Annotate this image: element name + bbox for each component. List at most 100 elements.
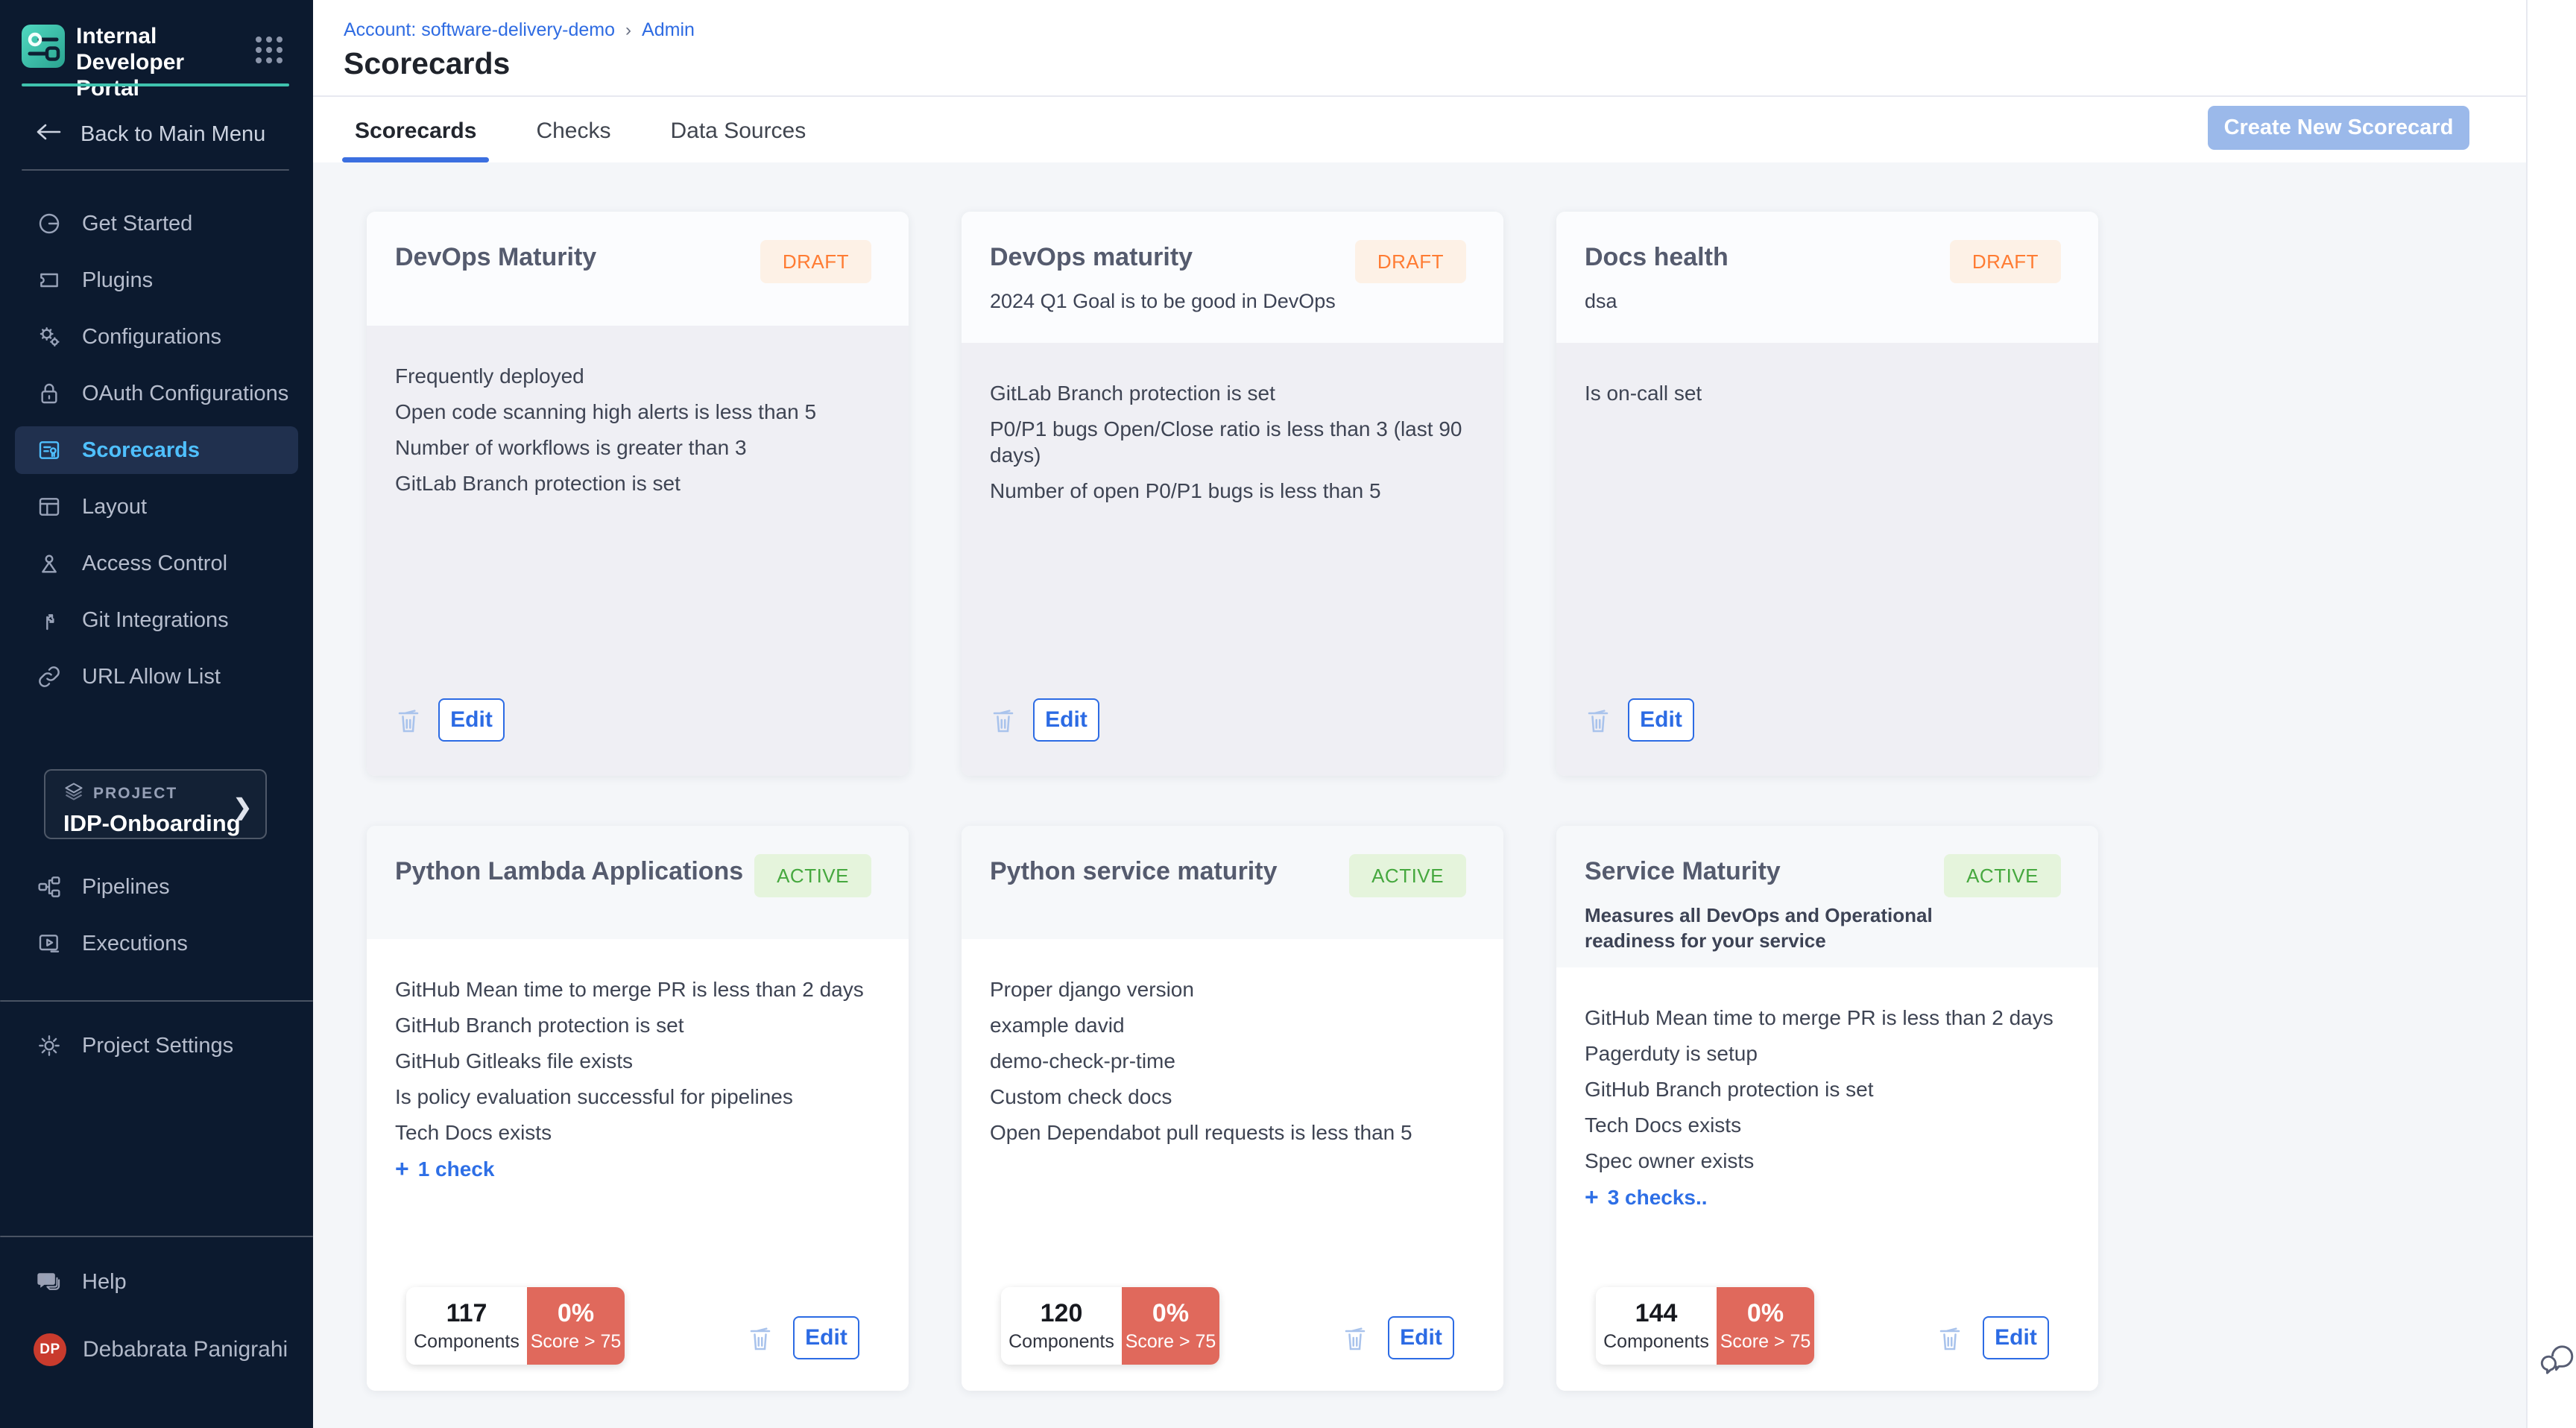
check-item: Proper django version [990,976,1481,1002]
scorecards-grid: DevOps Maturity DRAFT Frequently deploye… [367,212,2098,1391]
idp-logo-icon[interactable] [22,25,65,68]
components-score-stat: 120 Components 0% Score > 75 [1001,1287,1219,1365]
user-name: Debabrata Panigrahi [83,1337,288,1362]
scorecard-icon [36,438,63,462]
layers-icon [63,781,84,806]
check-item: GitLab Branch protection is set [395,470,886,496]
sidebar-item-git-integrations[interactable]: Git Integrations [15,596,298,644]
score-value: 0% [1152,1299,1189,1328]
app-grid-icon[interactable] [254,35,284,69]
edit-scorecard-button[interactable]: Edit [793,1316,859,1359]
get-started-icon [36,212,63,236]
tab-scorecards[interactable]: Scorecards [342,99,489,162]
edit-scorecard-button[interactable]: Edit [1033,698,1099,742]
delete-scorecard-button[interactable] [747,1323,774,1353]
sidebar-item-scorecards[interactable]: Scorecards [15,426,298,474]
support-chat-icon[interactable] [2536,1342,2574,1380]
check-item: GitHub Gitleaks file exists [395,1048,886,1074]
tab-checks[interactable]: Checks [523,99,623,162]
gears-icon [36,325,63,349]
header-divider [313,95,2526,97]
edit-scorecard-button[interactable]: Edit [1628,698,1694,742]
components-count: 120 [1041,1299,1083,1328]
delete-scorecard-button[interactable] [1342,1323,1368,1353]
delete-scorecard-button[interactable] [395,705,422,735]
chevron-right-icon: ❯ [233,794,252,821]
scorecard-card-docs-health: Docs health DRAFT dsa Is on-call set Edi… [1556,212,2098,776]
status-badge: DRAFT [1950,240,2061,283]
user-menu[interactable]: DP Debabrata Panigrahi [34,1333,288,1366]
card-description: dsa [1585,288,1949,314]
score-label: Score > 75 [531,1331,622,1353]
page-title: Scorecards [344,46,510,81]
score-badge: 0% Score > 75 [527,1287,625,1365]
components-count: 144 [1635,1299,1678,1328]
card-title: Python Lambda Applications [395,857,760,886]
divider [22,169,289,171]
sidebar-item-plugins[interactable]: Plugins [15,256,298,304]
sidebar-item-access-control[interactable]: Access Control [15,540,298,587]
create-new-scorecard-button[interactable]: Create New Scorecard [2208,106,2469,150]
card-title: Python service maturity [990,857,1354,886]
components-label: Components [1603,1331,1709,1353]
edit-scorecard-button[interactable]: Edit [438,698,505,742]
add-check-link[interactable]: + 3 checks.. [1585,1184,2076,1211]
check-item: Spec owner exists [1585,1148,2076,1174]
git-branch-icon [36,608,63,632]
sidebar-item-pipelines[interactable]: Pipelines [15,863,298,911]
help-chat-icon: ? [36,1270,63,1294]
check-item: GitHub Branch protection is set [395,1012,886,1038]
sidebar-item-layout[interactable]: Layout [15,483,298,531]
delete-scorecard-button[interactable] [990,705,1017,735]
sidebar-item-project-settings[interactable]: Project Settings [15,1022,298,1070]
card-title: DevOps Maturity [395,243,760,272]
check-item: Is policy evaluation successful for pipe… [395,1084,886,1110]
breadcrumb-admin-link[interactable]: Admin [642,19,695,41]
delete-scorecard-button[interactable] [1936,1323,1963,1353]
check-item: Pagerduty is setup [1585,1040,2076,1067]
scorecard-card-python-lambda-applications: Python Lambda Applications ACTIVE GitHub… [367,826,909,1391]
right-panel-border [2526,0,2528,1428]
tab-data-sources[interactable]: Data Sources [657,99,818,162]
plus-icon: + [1585,1184,1599,1211]
project-selector[interactable]: PROJECT IDP-Onboarding ❯ [44,769,267,839]
app-title: Internal Developer Portal [76,23,247,101]
check-item: Tech Docs exists [395,1119,886,1146]
components-label: Components [1008,1331,1114,1353]
sidebar-item-get-started[interactable]: Get Started [15,200,298,247]
edit-scorecard-button[interactable]: Edit [1983,1316,2049,1359]
back-label: Back to Main Menu [80,122,265,147]
check-item: Tech Docs exists [1585,1112,2076,1138]
breadcrumb-account-link[interactable]: Account: software-delivery-demo [344,19,615,41]
check-item: GitHub Mean time to merge PR is less tha… [1585,1005,2076,1031]
card-title: Service Maturity [1585,857,1949,886]
scorecard-card-devops-maturity: DevOps Maturity DRAFT Frequently deploye… [367,212,909,776]
add-check-link[interactable]: + 1 check [395,1155,886,1183]
sidebar-item-url-allow-list[interactable]: URL Allow List [15,653,298,701]
check-item: Open Dependabot pull requests is less th… [990,1119,1481,1146]
sidebar-item-executions[interactable]: Executions [15,920,298,967]
scorecard-card-devops-maturity-2: DevOps maturity DRAFT 2024 Q1 Goal is to… [962,212,1503,776]
plugin-icon [36,268,63,292]
check-item: Frequently deployed [395,363,886,389]
delete-scorecard-button[interactable] [1585,705,1611,735]
sidebar-nav: Get Started Plugins Configurations [15,200,298,710]
back-to-main-menu[interactable]: Back to Main Menu [36,113,265,155]
score-label: Score > 75 [1126,1331,1216,1353]
sidebar-item-oauth-configurations[interactable]: OAuth Configurations [15,370,298,417]
sidebar-item-help[interactable]: ? Help [15,1258,298,1306]
card-title: Docs health [1585,243,1949,272]
status-badge: DRAFT [1355,240,1466,283]
components-score-stat: 117 Components 0% Score > 75 [406,1287,625,1365]
score-value: 0% [558,1299,594,1328]
sidebar-item-configurations[interactable]: Configurations [15,313,298,361]
status-badge: ACTIVE [754,854,871,897]
breadcrumb-separator-icon: › [625,20,631,41]
avatar: DP [34,1333,66,1366]
project-name: IDP-Onboarding [63,810,252,837]
edit-scorecard-button[interactable]: Edit [1388,1316,1454,1359]
score-badge: 0% Score > 75 [1717,1287,1814,1365]
check-item: GitHub Branch protection is set [1585,1076,2076,1102]
tab-bar: Scorecards Checks Data Sources [342,99,853,162]
scorecard-card-python-service-maturity: Python service maturity ACTIVE Proper dj… [962,826,1503,1391]
